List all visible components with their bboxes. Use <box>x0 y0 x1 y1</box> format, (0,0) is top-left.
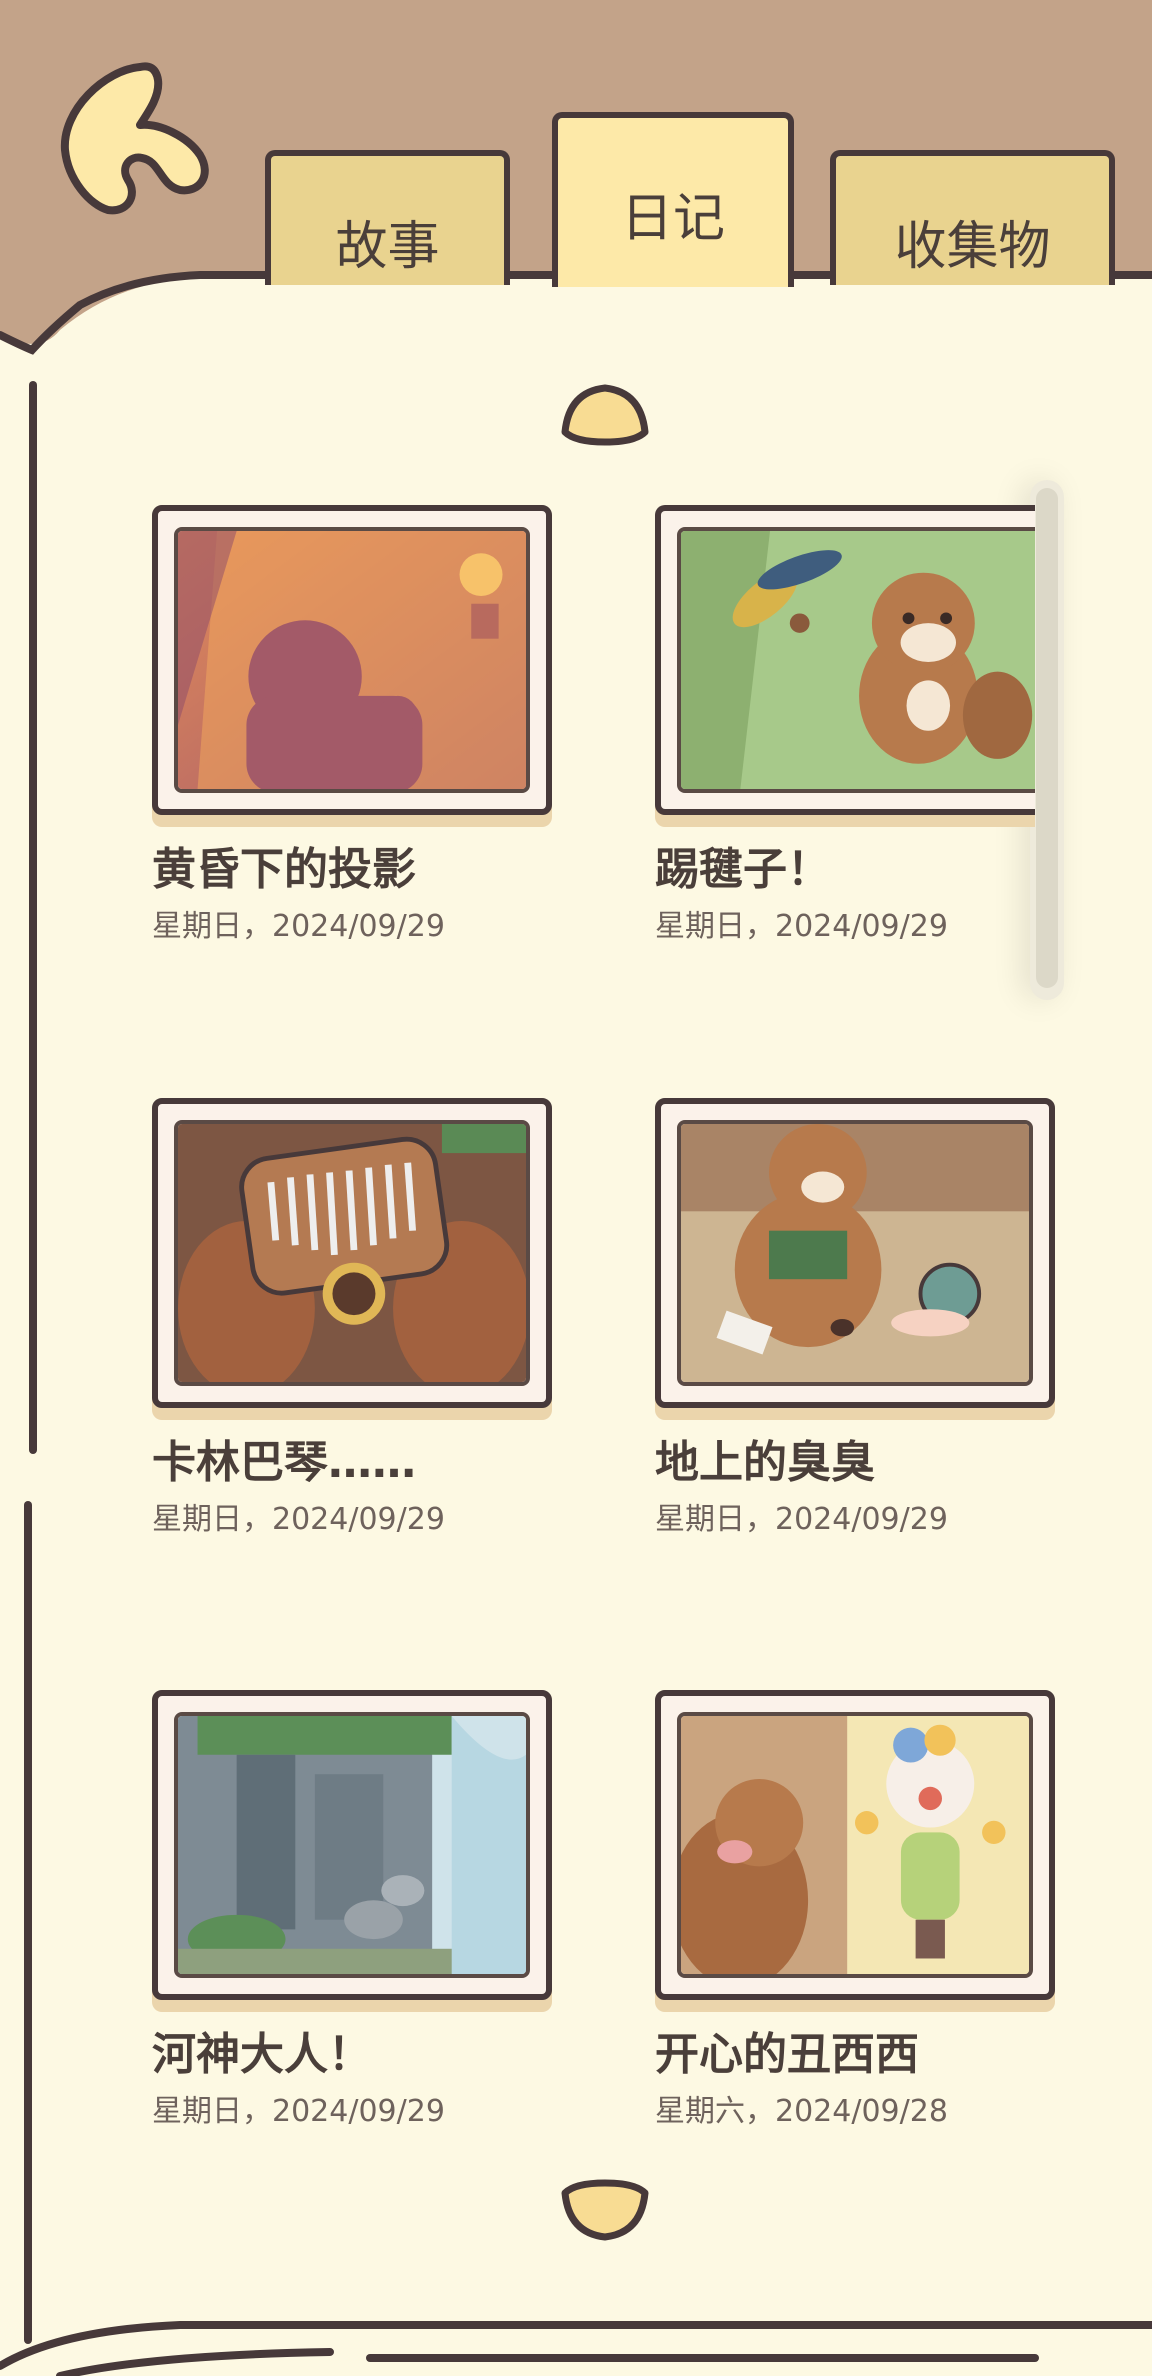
scroll-up-icon <box>561 384 649 446</box>
photo-frame <box>655 1690 1055 2000</box>
entry-date: 星期日，2024/09/29 <box>152 1502 445 1537</box>
entry-title: 河神大人！ <box>152 2029 372 2080</box>
tab-story[interactable]: 故事 <box>265 150 510 285</box>
tab-collection[interactable]: 收集物 <box>830 150 1115 285</box>
tab-diary-label: 日记 <box>620 189 725 249</box>
entry-date: 星期日，2024/09/29 <box>655 1502 948 1537</box>
scrollbar-thumb[interactable] <box>1036 488 1058 988</box>
diary-entry-card[interactable]: 开心的丑西西 星期六，2024/09/28 <box>655 1690 1055 2130</box>
diary-entry-card[interactable]: 踢毽子！ 星期日，2024/09/29 <box>655 505 1035 945</box>
tab-collection-label: 收集物 <box>894 217 1051 277</box>
entry-illustration-poop <box>677 1120 1033 1386</box>
photo-frame <box>152 1098 552 1408</box>
photo-frame <box>152 505 552 815</box>
entry-date: 星期六，2024/09/28 <box>655 2094 948 2129</box>
photo-frame <box>655 505 1035 815</box>
photo-frame <box>655 1098 1055 1408</box>
tab-diary[interactable]: 日记 <box>552 112 794 287</box>
entry-title: 地上的臭臭 <box>655 1437 875 1488</box>
back-button[interactable] <box>50 55 240 230</box>
entry-title: 黄昏下的投影 <box>152 844 416 895</box>
entry-illustration-river-god-shrine <box>174 1712 530 1978</box>
entry-title: 踢毽子！ <box>655 844 831 895</box>
scrollbar[interactable] <box>1030 480 1064 1000</box>
back-arrow-icon <box>60 62 209 215</box>
entry-illustration-clown <box>677 1712 1033 1978</box>
entry-date: 星期日，2024/09/29 <box>152 2094 445 2129</box>
entry-date: 星期日，2024/09/29 <box>655 909 948 944</box>
entry-date: 星期日，2024/09/29 <box>152 909 445 944</box>
scroll-up-button[interactable] <box>555 380 655 450</box>
scroll-down-icon <box>561 2179 649 2241</box>
entry-illustration-kalimba <box>174 1120 530 1386</box>
diary-entry-card[interactable]: 卡林巴琴…… 星期日，2024/09/29 <box>152 1098 552 1538</box>
scroll-down-button[interactable] <box>555 2175 655 2245</box>
entry-title: 卡林巴琴…… <box>152 1437 416 1488</box>
diary-entry-card[interactable]: 地上的臭臭 星期日，2024/09/29 <box>655 1098 1055 1538</box>
diary-entry-card[interactable]: 黄昏下的投影 星期日，2024/09/29 <box>152 505 552 945</box>
entry-title: 开心的丑西西 <box>655 2029 919 2080</box>
diary-entry-card[interactable]: 河神大人！ 星期日，2024/09/29 <box>152 1690 552 2130</box>
tab-story-label: 故事 <box>335 217 440 277</box>
entry-illustration-shuttlecock <box>677 527 1035 793</box>
entry-illustration-sunset-shadow <box>174 527 530 793</box>
photo-frame <box>152 1690 552 2000</box>
diary-screen: 故事 日记 收集物 黄昏下的投影 星期日，2024/09/29 踢毽子！ 星期日… <box>0 0 1152 2376</box>
